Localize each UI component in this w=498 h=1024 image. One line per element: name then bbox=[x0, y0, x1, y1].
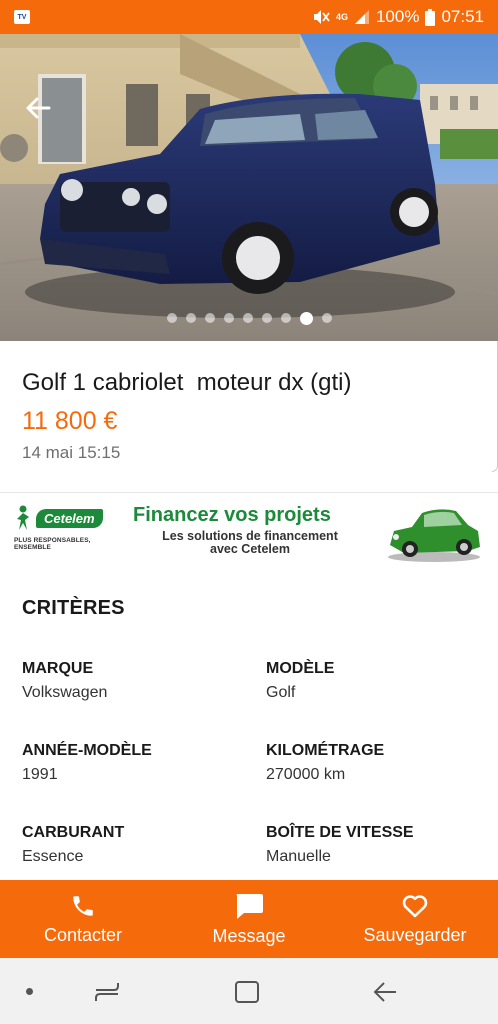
photo-gallery[interactable]: CP-556-XN bbox=[0, 34, 498, 341]
listing-date: 14 mai 15:15 bbox=[22, 443, 121, 462]
app-notification-icon: TV bbox=[14, 10, 30, 24]
criterion-label: MODÈLE bbox=[266, 660, 335, 677]
heart-icon bbox=[402, 894, 428, 917]
criterion-label: BOÎTE DE VITESSE bbox=[266, 824, 414, 841]
chat-bubble-icon bbox=[236, 893, 263, 919]
criterion-label: KILOMÉTRAGE bbox=[266, 742, 385, 759]
criterion-value: Manuelle bbox=[266, 848, 331, 865]
criterion-value: Essence bbox=[22, 848, 84, 865]
criterion-brand: MARQUE Volkswagen bbox=[22, 660, 107, 702]
battery-percent: 100% bbox=[375, 7, 420, 26]
gallery-dot[interactable] bbox=[299, 311, 313, 325]
message-button[interactable]: Message bbox=[166, 880, 332, 958]
car-photo: CP-556-XN bbox=[0, 34, 498, 341]
cetelem-brand: Cetelem bbox=[36, 508, 103, 528]
mute-icon bbox=[313, 10, 330, 24]
side-panel-edge bbox=[492, 341, 498, 472]
criterion-fuel: CARBURANT Essence bbox=[22, 824, 124, 866]
ad-headline: Financez vos projets bbox=[133, 504, 331, 526]
gallery-dot[interactable] bbox=[204, 313, 215, 323]
signal-icon bbox=[354, 10, 369, 24]
cetelem-logo: Cetelem PLUS RESPONSABLES, ENSEMBLE bbox=[14, 505, 124, 555]
clock: 07:51 bbox=[441, 7, 484, 26]
listing-header: Golf 1 cabriolet moteur dx (gti) 11 800 … bbox=[0, 341, 498, 492]
ad-banner[interactable]: Cetelem PLUS RESPONSABLES, ENSEMBLE Fina… bbox=[0, 492, 498, 570]
back-button[interactable] bbox=[20, 90, 56, 126]
cetelem-man-icon bbox=[17, 505, 29, 530]
listing-title: Golf 1 cabriolet moteur dx (gti) bbox=[22, 369, 352, 396]
nav-back-icon[interactable] bbox=[372, 980, 398, 1004]
gallery-dot[interactable] bbox=[321, 313, 332, 323]
contact-button[interactable]: Contacter bbox=[0, 880, 166, 958]
gallery-dot[interactable] bbox=[223, 313, 234, 323]
network-type: 4G bbox=[335, 11, 348, 22]
gallery-dot[interactable] bbox=[280, 313, 291, 323]
contact-label: Contacter bbox=[43, 924, 123, 945]
home-icon[interactable] bbox=[234, 980, 260, 1004]
criterion-label: CARBURANT bbox=[22, 824, 125, 841]
battery-icon bbox=[425, 8, 436, 26]
gallery-dot[interactable] bbox=[166, 313, 177, 323]
criterion-year: ANNÉE-MODÈLE 1991 bbox=[22, 742, 152, 784]
phone-icon bbox=[73, 895, 93, 916]
save-label: Sauvegarder bbox=[363, 924, 467, 945]
criterion-label: MARQUE bbox=[22, 660, 94, 677]
gallery-dot[interactable] bbox=[261, 313, 272, 323]
criterion-label: ANNÉE-MODÈLE bbox=[22, 742, 152, 759]
criterion-mileage: KILOMÉTRAGE 270000 km bbox=[266, 742, 384, 784]
back-arrow-icon bbox=[26, 97, 51, 119]
ad-car-image bbox=[388, 509, 480, 562]
gallery-pagination[interactable] bbox=[0, 311, 498, 325]
recent-apps-icon[interactable] bbox=[94, 980, 120, 1004]
criterion-value: 1991 bbox=[22, 766, 58, 783]
criteria-title: CRITÈRES bbox=[22, 597, 125, 619]
save-button[interactable]: Sauvegarder bbox=[332, 880, 498, 958]
listing-price: 11 800 € bbox=[22, 407, 118, 435]
nav-dot bbox=[26, 988, 33, 995]
action-bar: Contacter Message Sauvegarder bbox=[0, 880, 498, 958]
message-label: Message bbox=[212, 925, 286, 946]
criterion-model: MODÈLE Golf bbox=[266, 660, 334, 702]
criterion-value: Volkswagen bbox=[22, 684, 108, 701]
status-bar: TV 4G 100% 07:51 bbox=[0, 0, 498, 34]
gallery-dot[interactable] bbox=[185, 313, 196, 323]
criterion-gearbox: BOÎTE DE VITESSE Manuelle bbox=[266, 824, 414, 866]
criterion-value: Golf bbox=[266, 684, 296, 701]
cetelem-tagline: PLUS RESPONSABLES, ENSEMBLE bbox=[14, 537, 91, 551]
criterion-value: 270000 km bbox=[266, 766, 346, 783]
ad-subline: Les solutions de financement avec Cetele… bbox=[162, 529, 338, 556]
gallery-dot[interactable] bbox=[242, 313, 253, 323]
system-nav-bar bbox=[0, 958, 498, 1024]
